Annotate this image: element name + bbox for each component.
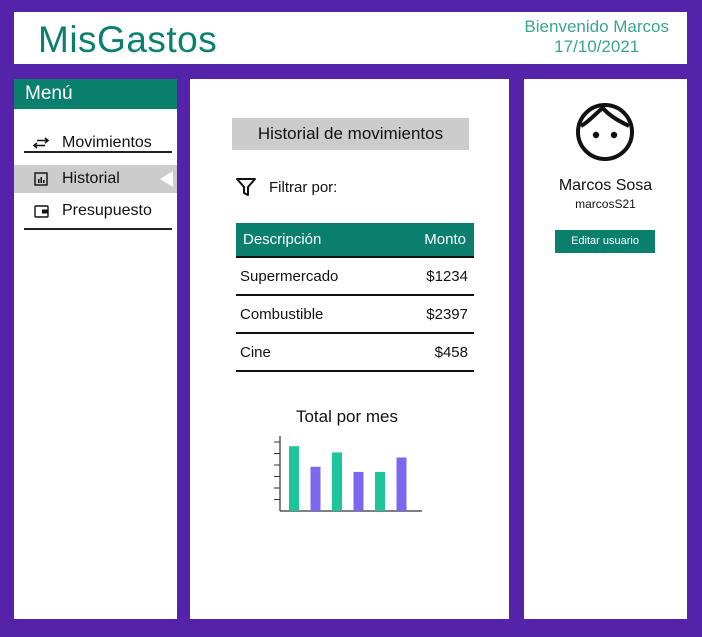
menu-item-label: Historial [62, 170, 120, 187]
menu-title: Menú [14, 79, 177, 109]
chart-icon [30, 172, 52, 186]
section-title: Historial de movimientos [232, 118, 469, 150]
row-amount: $1234 [426, 267, 468, 285]
chart-bar [353, 471, 364, 511]
monthly-total-chart [274, 436, 422, 512]
menu-panel: Menú Movimientos Historial Presupuesto [14, 79, 177, 619]
column-header-amount: Monto [424, 231, 466, 248]
row-description: Combustible [240, 305, 324, 323]
menu-item-historial[interactable]: Historial [14, 165, 177, 193]
active-indicator-icon [160, 171, 173, 187]
chart-bar [289, 446, 299, 511]
chart-bar [310, 466, 321, 511]
main-panel: Historial de movimientos Filtrar por: De… [190, 79, 509, 619]
chart-title: Total por mes [295, 407, 399, 426]
menu-item-label: Movimientos [62, 134, 152, 151]
menu-item-presupuesto[interactable]: Presupuesto [24, 197, 172, 225]
app-title: MisGastos [38, 19, 218, 60]
table-row[interactable]: Cine $458 [236, 334, 474, 372]
profile-panel: Marcos Sosa marcosS21 Editar usuario [524, 79, 687, 619]
menu-item-label: Presupuesto [62, 202, 152, 219]
column-header-description: Descripción [243, 231, 322, 248]
row-amount: $2397 [426, 305, 468, 323]
menu-divider [24, 228, 172, 230]
app-header: MisGastos Bienvenido Marcos 17/10/2021 [14, 12, 687, 64]
wallet-icon [30, 204, 52, 218]
welcome-text: Bienvenido Marcos [524, 17, 669, 36]
table-row[interactable]: Supermercado $1234 [236, 256, 474, 296]
filter-row[interactable]: Filtrar por: [236, 178, 337, 196]
current-date: 17/10/2021 [554, 37, 640, 56]
user-name: Marcos Sosa [558, 177, 653, 194]
chart-bar [332, 452, 342, 511]
filter-icon[interactable] [236, 178, 256, 196]
row-amount: $458 [434, 343, 468, 361]
welcome-block: Bienvenido Marcos 17/10/2021 [524, 17, 669, 57]
face-icon [575, 102, 635, 167]
user-handle: marcosS21 [575, 197, 636, 211]
table-header: Descripción Monto [236, 223, 474, 256]
filter-label: Filtrar por: [269, 178, 338, 196]
chart-bar [396, 457, 407, 511]
row-description: Supermercado [240, 267, 339, 285]
row-description: Cine [240, 343, 271, 361]
table-row[interactable]: Combustible $2397 [236, 296, 474, 334]
swap-arrows-icon [30, 137, 52, 149]
chart-bar [375, 471, 385, 511]
menu-divider [24, 151, 172, 153]
movements-table: Descripción Monto Supermercado $1234 Com… [236, 223, 474, 372]
edit-user-button[interactable]: Editar usuario [555, 230, 655, 253]
